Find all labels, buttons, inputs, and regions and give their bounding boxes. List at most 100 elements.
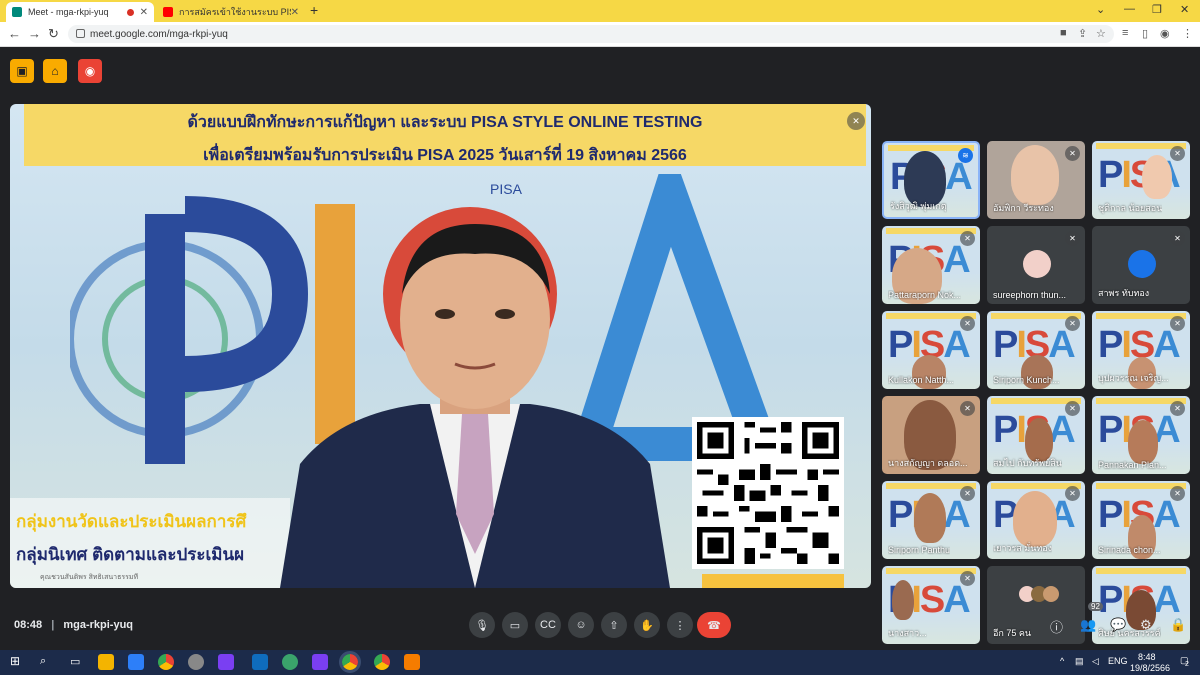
mic-off-icon: ✕ — [960, 401, 975, 416]
mail-icon[interactable] — [252, 654, 268, 670]
participant-name: Kullakon Natth... — [888, 375, 955, 385]
language-indicator[interactable]: ENG — [1108, 656, 1128, 666]
volume-icon[interactable]: ◁ — [1092, 656, 1099, 667]
network-icon[interactable]: ▤ — [1075, 656, 1084, 667]
end-call-button[interactable]: ☎ — [697, 612, 731, 638]
more-options-button[interactable]: ⋮ — [667, 612, 693, 638]
app-orange-icon[interactable] — [404, 654, 420, 670]
emoji-button[interactable]: ☺ — [568, 612, 594, 638]
banner-line-1: ด้วยแบบฝึกทักษะการแก้ปัญหา และระบบ PISA … — [187, 114, 703, 131]
store-icon[interactable] — [128, 654, 144, 670]
participant-tile[interactable]: PISA✕Sirinada chon... — [1092, 481, 1190, 559]
bookmark-star-icon[interactable]: ☆ — [1096, 27, 1106, 40]
app-icon[interactable] — [188, 654, 204, 670]
camera-icon[interactable]: ■ — [1060, 27, 1067, 39]
participant-tile[interactable]: PISA ✕ Kullakon Natth... — [882, 311, 980, 389]
recording-indicator-icon — [126, 8, 134, 16]
chrome-icon[interactable] — [158, 654, 174, 670]
participant-tile[interactable]: PISA≋รังสิวุฒิ พุ่มเกตุ — [882, 141, 980, 219]
participant-name: อีก 75 คน — [993, 628, 1032, 638]
minimize-button[interactable]: — — [1124, 3, 1135, 15]
chat-icon[interactable]: 💬 — [1110, 617, 1126, 633]
meeting-details-icon[interactable]: ⓘ — [1050, 617, 1063, 636]
participant-name: อัมพิกา วีระทอง — [993, 203, 1054, 213]
meeting-info: 08:48 | mga-rkpi-yuq — [14, 619, 133, 631]
address-bar-row: ← → ↻ meet.google.com/mga-rkpi-yuq ■ ⇪ ☆… — [0, 22, 1200, 47]
back-icon[interactable]: ← — [8, 26, 21, 41]
host-controls-icon[interactable]: 🔒 — [1170, 617, 1186, 633]
share-icon[interactable]: ⇪ — [1078, 27, 1087, 40]
participant-tile[interactable]: ✕ นางสกัญญา ดลอด... — [882, 396, 980, 474]
camera-button[interactable]: ▭ — [502, 612, 528, 638]
chrome-active-icon[interactable] — [339, 651, 361, 673]
participant-tile[interactable]: อีก 75 คน — [987, 566, 1085, 644]
tab-pisa[interactable]: การสมัครเข้าใช้งานระบบ PISA STYLE ✕ — [157, 2, 305, 22]
meet-stage: ▣ ⌂ ◉ ด้วยแบบฝึกทักษะการแก้ปัญหา และระบบ… — [0, 47, 1200, 650]
tab-search-icon[interactable]: ⌄ — [1096, 3, 1105, 16]
menu-icon[interactable]: ⋮ — [1182, 27, 1193, 40]
raise-hand-button[interactable]: ✋ — [634, 612, 660, 638]
activities-icon[interactable]: ⚙ — [1140, 617, 1152, 633]
close-tab-icon[interactable]: ✕ — [140, 7, 148, 18]
participant-tile[interactable]: PISA ✕ บุปผวรรณ เจริญ... — [1092, 311, 1190, 389]
close-tab-icon[interactable]: ✕ — [291, 7, 299, 18]
participant-tile[interactable]: PISA✕Siriporn Panthu — [882, 481, 980, 559]
participant-tile[interactable]: PISA✕Pattaraporn Nok... — [882, 226, 980, 304]
profile-icon[interactable]: ◉ — [1160, 27, 1170, 40]
participant-tile[interactable]: PISA✕สมไป กับทรัพย์สิน — [987, 396, 1085, 474]
clock-date[interactable]: 19/8/2566 — [1130, 663, 1170, 673]
side-panel-icon[interactable]: ▯ — [1142, 27, 1148, 40]
windows-start-icon[interactable]: ⊞ — [10, 654, 20, 668]
close-window-button[interactable]: ✕ — [1180, 3, 1189, 16]
mic-off-icon: ✕ — [1065, 231, 1080, 246]
task-view-icon[interactable]: ▭ — [70, 655, 80, 668]
mic-off-icon: ✕ — [960, 486, 975, 501]
mic-off-icon: ✕ — [960, 571, 975, 586]
participant-video — [1142, 155, 1172, 199]
media-icon[interactable] — [218, 654, 234, 670]
participant-tile[interactable]: PISA✕เยาวรส มั่นทอง — [987, 481, 1085, 559]
participant-tile[interactable]: PISA✕Pannakan Plan... — [1092, 396, 1190, 474]
tab-meet[interactable]: Meet - mga-rkpi-yuq ✕ — [6, 2, 154, 22]
participant-tile[interactable]: ✕ sureephorn thun... — [987, 226, 1085, 304]
participant-name: sureephorn thun... — [993, 290, 1067, 300]
mic-off-icon: ✕ — [1170, 231, 1185, 246]
participant-name: บุปผวรรณ เจริญ... — [1098, 373, 1169, 383]
mic-off-icon: ✕ — [1065, 401, 1080, 416]
mic-off-icon: ✕ — [960, 316, 975, 331]
meet-favicon — [12, 7, 22, 17]
people-icon[interactable]: 👥 — [1080, 617, 1096, 633]
participant-tile[interactable]: PISA✕นางสาว... — [882, 566, 980, 644]
reading-list-icon[interactable]: ≡ — [1122, 27, 1128, 39]
chrome-icon-2[interactable] — [374, 654, 390, 670]
captions-button[interactable]: CC — [535, 612, 561, 638]
mic-button[interactable]: 🎙 — [469, 612, 495, 638]
url-field[interactable]: meet.google.com/mga-rkpi-yuq — [68, 25, 1114, 43]
participant-tile[interactable]: ✕ อัมพิกา วีระทอง — [987, 141, 1085, 219]
meeting-code: mga-rkpi-yuq — [63, 619, 134, 631]
edge-icon[interactable] — [282, 654, 298, 670]
tray-chevron-icon[interactable]: ^ — [1060, 656, 1064, 666]
slide-footer-line-1: กลุ่มงานวัดและประเมินผลการศึ — [16, 512, 247, 531]
main-video[interactable]: ด้วยแบบฝึกทักษะการแก้ปัญหา และระบบ PISA … — [10, 104, 871, 588]
forward-icon[interactable]: → — [28, 26, 41, 41]
participant-tile[interactable]: PISA ✕ Siriporn Kunch... — [987, 311, 1085, 389]
reload-icon[interactable]: ↻ — [48, 26, 59, 42]
present-button[interactable]: ⇧ — [601, 612, 627, 638]
recording-button[interactable]: ◉ — [78, 59, 102, 83]
participant-name: Pattaraporn Nok... — [888, 290, 962, 300]
participant-tile[interactable]: ✕ สาพร ทับทอง — [1092, 226, 1190, 304]
search-icon[interactable]: ⌕ — [40, 655, 46, 668]
file-explorer-icon[interactable] — [98, 654, 114, 670]
no-camera-icon[interactable]: ▣ — [10, 59, 34, 83]
clock-time[interactable]: 8:48 — [1138, 652, 1156, 662]
exit-door-icon[interactable]: ⌂ — [43, 59, 67, 83]
maximize-button[interactable]: ❐ — [1152, 3, 1162, 16]
qr-code — [692, 417, 844, 569]
participant-tile[interactable]: PISA✕ชุติกาล น้อยสอน — [1092, 141, 1190, 219]
clock: 08:48 — [14, 619, 43, 631]
new-tab-button[interactable]: + — [310, 2, 318, 18]
media-icon-2[interactable] — [312, 654, 328, 670]
tile-slide-banner — [1096, 568, 1186, 574]
notification-count: 2 — [1185, 661, 1189, 668]
